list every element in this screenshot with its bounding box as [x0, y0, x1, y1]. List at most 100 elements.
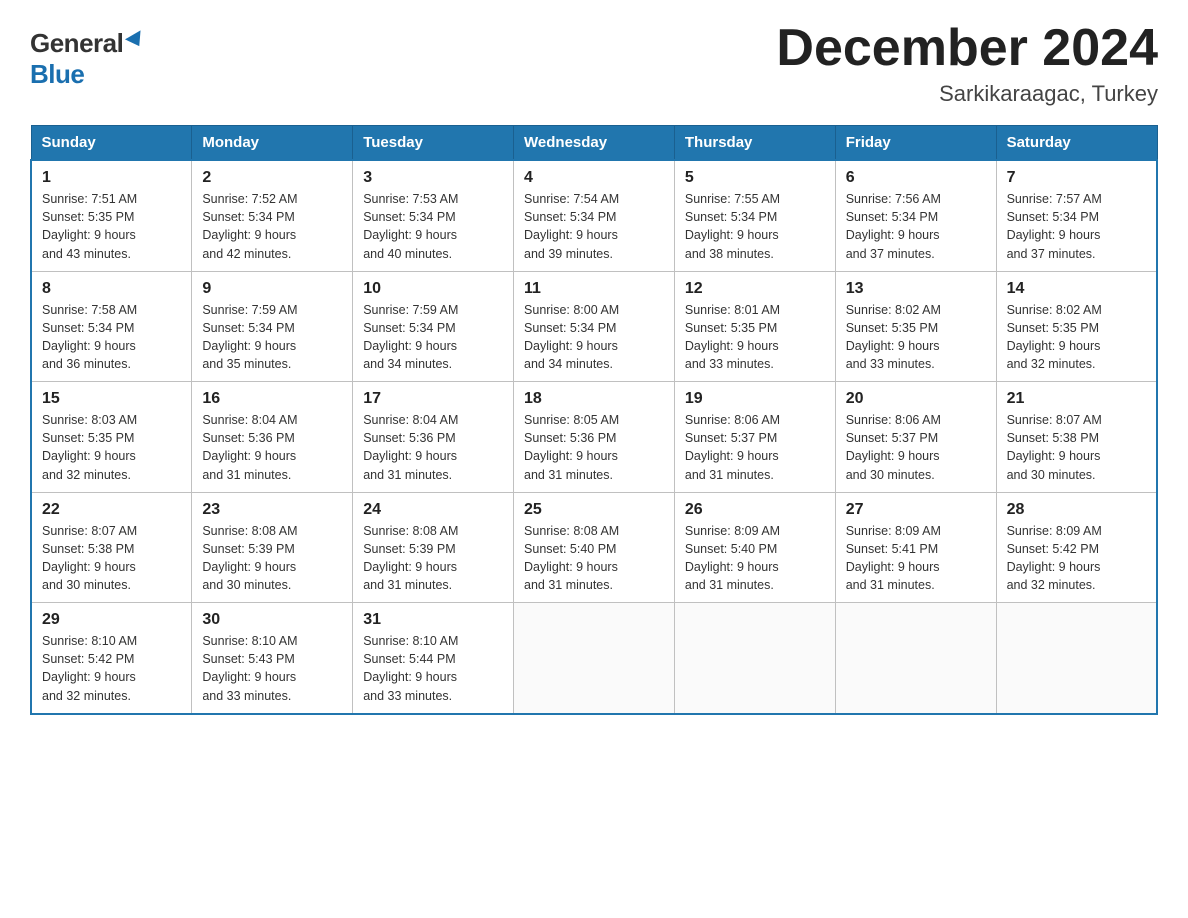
title-area: December 2024 Sarkikaraagac, Turkey [776, 20, 1158, 107]
day-info: Sunrise: 8:06 AM Sunset: 5:37 PM Dayligh… [846, 411, 986, 484]
calendar-header: SundayMondayTuesdayWednesdayThursdayFrid… [31, 126, 1157, 161]
day-number: 8 [42, 280, 181, 298]
calendar-cell [996, 603, 1157, 714]
day-number: 12 [685, 280, 825, 298]
day-info: Sunrise: 8:03 AM Sunset: 5:35 PM Dayligh… [42, 411, 181, 484]
day-info: Sunrise: 8:10 AM Sunset: 5:43 PM Dayligh… [202, 632, 342, 705]
calendar-cell: 23 Sunrise: 8:08 AM Sunset: 5:39 PM Dayl… [192, 492, 353, 603]
week-row-2: 8 Sunrise: 7:58 AM Sunset: 5:34 PM Dayli… [31, 271, 1157, 382]
day-info: Sunrise: 8:08 AM Sunset: 5:39 PM Dayligh… [202, 522, 342, 595]
day-number: 10 [363, 280, 503, 298]
calendar-cell: 27 Sunrise: 8:09 AM Sunset: 5:41 PM Dayl… [835, 492, 996, 603]
day-number: 22 [42, 501, 181, 519]
week-row-4: 22 Sunrise: 8:07 AM Sunset: 5:38 PM Dayl… [31, 492, 1157, 603]
day-info: Sunrise: 8:07 AM Sunset: 5:38 PM Dayligh… [1007, 411, 1146, 484]
day-info: Sunrise: 7:54 AM Sunset: 5:34 PM Dayligh… [524, 190, 664, 263]
calendar-cell: 14 Sunrise: 8:02 AM Sunset: 5:35 PM Dayl… [996, 271, 1157, 382]
day-info: Sunrise: 7:56 AM Sunset: 5:34 PM Dayligh… [846, 190, 986, 263]
calendar-cell: 7 Sunrise: 7:57 AM Sunset: 5:34 PM Dayli… [996, 160, 1157, 271]
day-info: Sunrise: 7:51 AM Sunset: 5:35 PM Dayligh… [42, 190, 181, 263]
calendar-cell: 19 Sunrise: 8:06 AM Sunset: 5:37 PM Dayl… [674, 382, 835, 493]
day-number: 13 [846, 280, 986, 298]
day-number: 16 [202, 390, 342, 408]
day-info: Sunrise: 8:07 AM Sunset: 5:38 PM Dayligh… [42, 522, 181, 595]
calendar-cell: 2 Sunrise: 7:52 AM Sunset: 5:34 PM Dayli… [192, 160, 353, 271]
day-info: Sunrise: 8:02 AM Sunset: 5:35 PM Dayligh… [846, 301, 986, 374]
day-number: 29 [42, 611, 181, 629]
header-saturday: Saturday [996, 126, 1157, 161]
day-info: Sunrise: 8:06 AM Sunset: 5:37 PM Dayligh… [685, 411, 825, 484]
day-number: 18 [524, 390, 664, 408]
calendar-cell: 10 Sunrise: 7:59 AM Sunset: 5:34 PM Dayl… [353, 271, 514, 382]
week-row-5: 29 Sunrise: 8:10 AM Sunset: 5:42 PM Dayl… [31, 603, 1157, 714]
calendar-title: December 2024 [776, 20, 1158, 77]
header-tuesday: Tuesday [353, 126, 514, 161]
calendar-body: 1 Sunrise: 7:51 AM Sunset: 5:35 PM Dayli… [31, 160, 1157, 714]
day-number: 28 [1007, 501, 1146, 519]
day-info: Sunrise: 8:05 AM Sunset: 5:36 PM Dayligh… [524, 411, 664, 484]
header-wednesday: Wednesday [514, 126, 675, 161]
calendar-cell: 1 Sunrise: 7:51 AM Sunset: 5:35 PM Dayli… [31, 160, 192, 271]
week-row-1: 1 Sunrise: 7:51 AM Sunset: 5:35 PM Dayli… [31, 160, 1157, 271]
calendar-cell: 22 Sunrise: 8:07 AM Sunset: 5:38 PM Dayl… [31, 492, 192, 603]
week-row-3: 15 Sunrise: 8:03 AM Sunset: 5:35 PM Dayl… [31, 382, 1157, 493]
calendar-cell: 30 Sunrise: 8:10 AM Sunset: 5:43 PM Dayl… [192, 603, 353, 714]
day-info: Sunrise: 7:58 AM Sunset: 5:34 PM Dayligh… [42, 301, 181, 374]
day-info: Sunrise: 8:09 AM Sunset: 5:40 PM Dayligh… [685, 522, 825, 595]
day-number: 11 [524, 280, 664, 298]
calendar-cell: 20 Sunrise: 8:06 AM Sunset: 5:37 PM Dayl… [835, 382, 996, 493]
day-number: 26 [685, 501, 825, 519]
header-monday: Monday [192, 126, 353, 161]
logo-general: General [30, 28, 123, 59]
day-info: Sunrise: 7:59 AM Sunset: 5:34 PM Dayligh… [363, 301, 503, 374]
day-info: Sunrise: 8:08 AM Sunset: 5:40 PM Dayligh… [524, 522, 664, 595]
calendar-cell: 16 Sunrise: 8:04 AM Sunset: 5:36 PM Dayl… [192, 382, 353, 493]
calendar-cell: 17 Sunrise: 8:04 AM Sunset: 5:36 PM Dayl… [353, 382, 514, 493]
day-info: Sunrise: 7:57 AM Sunset: 5:34 PM Dayligh… [1007, 190, 1146, 263]
calendar-subtitle: Sarkikaraagac, Turkey [776, 81, 1158, 107]
calendar-cell: 8 Sunrise: 7:58 AM Sunset: 5:34 PM Dayli… [31, 271, 192, 382]
calendar-cell: 18 Sunrise: 8:05 AM Sunset: 5:36 PM Dayl… [514, 382, 675, 493]
day-number: 17 [363, 390, 503, 408]
day-number: 19 [685, 390, 825, 408]
calendar-cell [674, 603, 835, 714]
day-number: 9 [202, 280, 342, 298]
day-number: 6 [846, 169, 986, 187]
logo-arrow-icon [125, 30, 147, 50]
day-info: Sunrise: 7:55 AM Sunset: 5:34 PM Dayligh… [685, 190, 825, 263]
calendar-cell: 28 Sunrise: 8:09 AM Sunset: 5:42 PM Dayl… [996, 492, 1157, 603]
day-info: Sunrise: 8:09 AM Sunset: 5:42 PM Dayligh… [1007, 522, 1146, 595]
calendar-cell: 26 Sunrise: 8:09 AM Sunset: 5:40 PM Dayl… [674, 492, 835, 603]
day-number: 30 [202, 611, 342, 629]
calendar-cell: 13 Sunrise: 8:02 AM Sunset: 5:35 PM Dayl… [835, 271, 996, 382]
calendar-cell: 5 Sunrise: 7:55 AM Sunset: 5:34 PM Dayli… [674, 160, 835, 271]
day-number: 31 [363, 611, 503, 629]
calendar-cell: 25 Sunrise: 8:08 AM Sunset: 5:40 PM Dayl… [514, 492, 675, 603]
calendar-cell: 3 Sunrise: 7:53 AM Sunset: 5:34 PM Dayli… [353, 160, 514, 271]
day-info: Sunrise: 7:53 AM Sunset: 5:34 PM Dayligh… [363, 190, 503, 263]
day-number: 4 [524, 169, 664, 187]
day-info: Sunrise: 8:09 AM Sunset: 5:41 PM Dayligh… [846, 522, 986, 595]
calendar-cell: 9 Sunrise: 7:59 AM Sunset: 5:34 PM Dayli… [192, 271, 353, 382]
day-info: Sunrise: 7:59 AM Sunset: 5:34 PM Dayligh… [202, 301, 342, 374]
calendar-cell: 11 Sunrise: 8:00 AM Sunset: 5:34 PM Dayl… [514, 271, 675, 382]
calendar-cell [835, 603, 996, 714]
day-number: 5 [685, 169, 825, 187]
logo: General Blue [30, 20, 145, 90]
day-info: Sunrise: 8:10 AM Sunset: 5:44 PM Dayligh… [363, 632, 503, 705]
calendar-cell: 6 Sunrise: 7:56 AM Sunset: 5:34 PM Dayli… [835, 160, 996, 271]
calendar-cell: 24 Sunrise: 8:08 AM Sunset: 5:39 PM Dayl… [353, 492, 514, 603]
day-number: 24 [363, 501, 503, 519]
header-sunday: Sunday [31, 126, 192, 161]
page-header: General Blue December 2024 Sarkikaraagac… [30, 20, 1158, 107]
calendar-cell: 4 Sunrise: 7:54 AM Sunset: 5:34 PM Dayli… [514, 160, 675, 271]
calendar-table: SundayMondayTuesdayWednesdayThursdayFrid… [30, 125, 1158, 715]
day-info: Sunrise: 8:01 AM Sunset: 5:35 PM Dayligh… [685, 301, 825, 374]
calendar-cell: 12 Sunrise: 8:01 AM Sunset: 5:35 PM Dayl… [674, 271, 835, 382]
day-number: 27 [846, 501, 986, 519]
day-info: Sunrise: 8:04 AM Sunset: 5:36 PM Dayligh… [363, 411, 503, 484]
calendar-cell: 21 Sunrise: 8:07 AM Sunset: 5:38 PM Dayl… [996, 382, 1157, 493]
day-number: 15 [42, 390, 181, 408]
calendar-cell: 29 Sunrise: 8:10 AM Sunset: 5:42 PM Dayl… [31, 603, 192, 714]
logo-blue: Blue [30, 59, 84, 90]
